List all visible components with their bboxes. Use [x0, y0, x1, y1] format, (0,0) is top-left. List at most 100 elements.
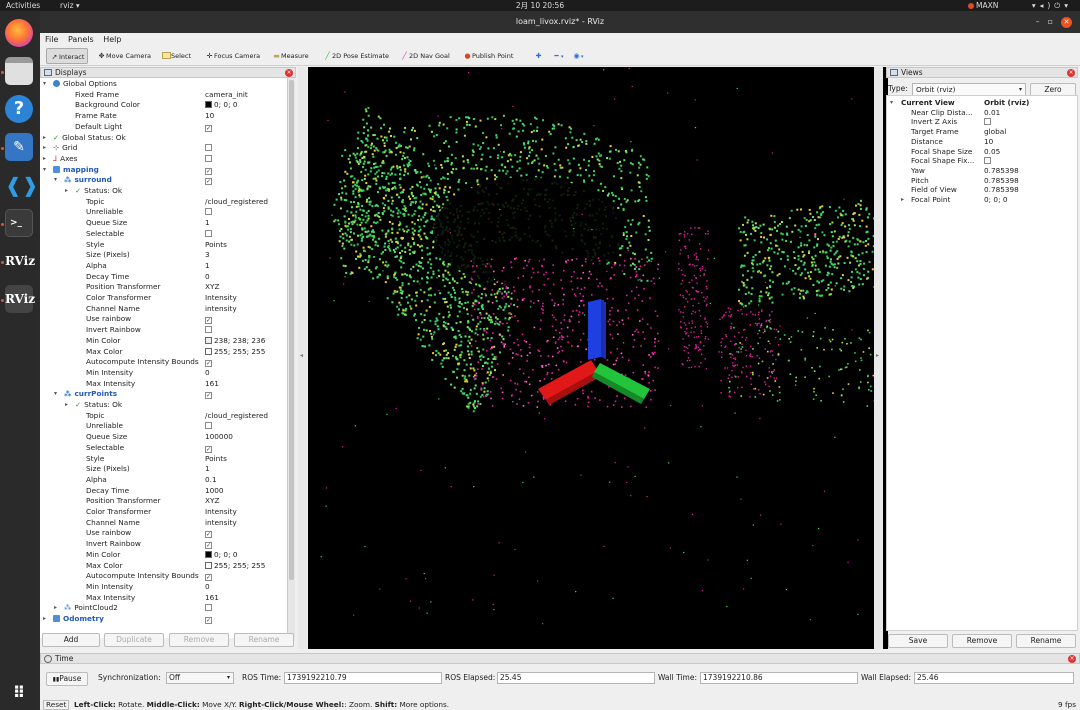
expand-closed-icon[interactable]: ▸ [43, 133, 46, 144]
display-row-value[interactable]: ✓ [205, 614, 288, 625]
display-row[interactable]: Min Color 238; 238; 236 [40, 336, 288, 347]
view-property-value[interactable]: global [984, 127, 1076, 137]
display-row-value[interactable]: ✓ [205, 443, 288, 454]
checkbox[interactable]: ✓ [205, 317, 212, 325]
display-row[interactable]: Invert Rainbow ✓ [40, 539, 288, 550]
display-row[interactable]: Position Transformer XYZ [40, 496, 288, 507]
rviz-icon[interactable]: RViz [5, 247, 35, 275]
display-row[interactable]: Unreliable [40, 421, 288, 432]
display-row-value[interactable]: ✓ [205, 122, 288, 133]
view-property-value[interactable] [984, 117, 1076, 127]
wall-time-field[interactable]: 1739192210.86 [700, 672, 858, 684]
view-property-row[interactable]: Pitch 0.785398 [887, 176, 1077, 186]
checkbox[interactable] [205, 604, 212, 612]
display-row-value[interactable]: XYZ [205, 496, 288, 507]
display-row[interactable]: Queue Size 1 [40, 218, 288, 229]
display-row-value[interactable]: ✓ [205, 357, 288, 368]
view-property-value[interactable]: 0.785398 [984, 176, 1076, 186]
display-row-value[interactable]: camera_init [205, 90, 288, 101]
duplicate-display-button[interactable]: Duplicate [104, 633, 164, 647]
display-row[interactable]: Channel Name intensity [40, 304, 288, 315]
display-row[interactable]: Default Light ✓ [40, 122, 288, 133]
displays-scrollbar[interactable] [287, 78, 295, 638]
display-row[interactable]: Color Transformer Intensity [40, 507, 288, 518]
left-splitter[interactable]: ◂ [298, 67, 307, 649]
display-row[interactable]: Use rainbow ✓ [40, 314, 288, 325]
view-property-row[interactable]: Focal Shape Fix... [887, 156, 1077, 166]
3d-render-view[interactable] [308, 67, 888, 649]
display-row[interactable]: Max Color 255; 255; 255 [40, 561, 288, 572]
view-property-row[interactable]: ▾ Current View Orbit (rviz) [887, 98, 1077, 108]
expand-closed-icon[interactable]: ▸ [65, 400, 68, 411]
checkbox[interactable] [984, 118, 991, 126]
collapse-right-icon[interactable]: ▸ [876, 352, 879, 359]
save-view-button[interactable]: Save [888, 634, 948, 648]
view-property-value[interactable]: 0.05 [984, 147, 1076, 157]
time-panel-header[interactable]: Time × [40, 653, 1080, 664]
firefox-icon[interactable] [5, 19, 33, 47]
maximize-button[interactable]: ▫ [1048, 17, 1061, 26]
expand-open-icon[interactable]: ▾ [54, 389, 57, 400]
display-row-value[interactable]: 255; 255; 255 [205, 347, 288, 358]
checkbox[interactable]: ✓ [205, 167, 212, 175]
view-property-row[interactable]: Near Clip Dista... 0.01 [887, 108, 1077, 118]
view-property-value[interactable]: 10 [984, 137, 1076, 147]
checkbox[interactable] [205, 144, 212, 152]
display-row-value[interactable]: 1 [205, 261, 288, 272]
tool-measure[interactable]: ▬Measure [269, 48, 312, 64]
show-apps-icon[interactable]: ⠿ [5, 679, 33, 707]
checkbox[interactable]: ✓ [205, 542, 212, 550]
remove-tool-button[interactable]: ━ ▾ [549, 48, 567, 64]
checkbox[interactable]: ✓ [205, 445, 212, 453]
display-row-value[interactable]: XYZ [205, 282, 288, 293]
menu-help[interactable]: Help [103, 35, 121, 44]
display-row-value[interactable]: 0 [205, 582, 288, 593]
display-row-value[interactable]: ✓ [205, 539, 288, 550]
close-button[interactable]: ✕ [1061, 17, 1072, 28]
color-swatch[interactable] [205, 101, 212, 109]
display-row-value[interactable]: ✓ [205, 389, 288, 400]
expand-closed-icon[interactable]: ▸ [43, 154, 46, 165]
display-row-value[interactable]: ✓ [205, 571, 288, 582]
display-row[interactable]: Size (Pixels) 1 [40, 464, 288, 475]
checkbox[interactable]: ✓ [205, 574, 212, 582]
display-row[interactable]: Use rainbow ✓ [40, 528, 288, 539]
power-mode-indicator[interactable]: MAXN [968, 0, 998, 11]
display-row[interactable]: Fixed Frame camera_init [40, 90, 288, 101]
view-property-value[interactable]: 0.785398 [984, 166, 1076, 176]
display-row[interactable]: Autocompute Intensity Bounds ✓ [40, 357, 288, 368]
menu-file[interactable]: File [45, 35, 58, 44]
view-property-row[interactable]: Target Frame global [887, 127, 1077, 137]
remove-display-button[interactable]: Remove [169, 633, 229, 647]
view-property-row[interactable]: Yaw 0.785398 [887, 166, 1077, 176]
display-row-value[interactable]: 255; 255; 255 [205, 561, 288, 572]
expand-closed-icon[interactable]: ▸ [65, 186, 68, 197]
tool-select[interactable]: Select [159, 48, 194, 64]
display-row[interactable]: ▸ ⁂ PointCloud2 [40, 603, 288, 614]
display-row[interactable]: Topic/cloud_registered [40, 411, 288, 422]
display-row[interactable]: Frame Rate 10 [40, 111, 288, 122]
display-row[interactable]: Alpha 0.1 [40, 475, 288, 486]
sync-select[interactable]: Off ▾ [166, 672, 234, 684]
close-panel-icon[interactable]: × [285, 69, 293, 77]
display-row-value[interactable] [205, 421, 288, 432]
display-row[interactable]: Queue Size 100000 [40, 432, 288, 443]
checkbox[interactable]: ✓ [205, 617, 212, 624]
menu-panels[interactable]: Panels [68, 35, 94, 44]
ros-time-field[interactable]: 1739192210.79 [284, 672, 442, 684]
display-row-value[interactable] [205, 603, 288, 614]
view-property-value[interactable]: 0.01 [984, 108, 1076, 118]
display-row-value[interactable]: 0 [205, 368, 288, 379]
help-icon[interactable]: ? [5, 95, 33, 123]
close-panel-icon[interactable]: × [1067, 69, 1075, 77]
expand-open-icon[interactable]: ▾ [43, 79, 46, 90]
display-row[interactable]: Topic/cloud_registered [40, 197, 288, 208]
files-icon[interactable] [5, 57, 33, 85]
display-row-value[interactable]: Points [205, 454, 288, 465]
ros-elapsed-field[interactable]: 25.45 [497, 672, 655, 684]
display-row[interactable]: ▸ ✓ Global Status: Ok [40, 133, 288, 144]
display-row[interactable]: Style Points [40, 454, 288, 465]
display-row[interactable]: ▸ ✓ Status: Ok [40, 400, 288, 411]
remove-view-button[interactable]: Remove [952, 634, 1012, 648]
display-row-value[interactable]: 100000 [205, 432, 288, 443]
